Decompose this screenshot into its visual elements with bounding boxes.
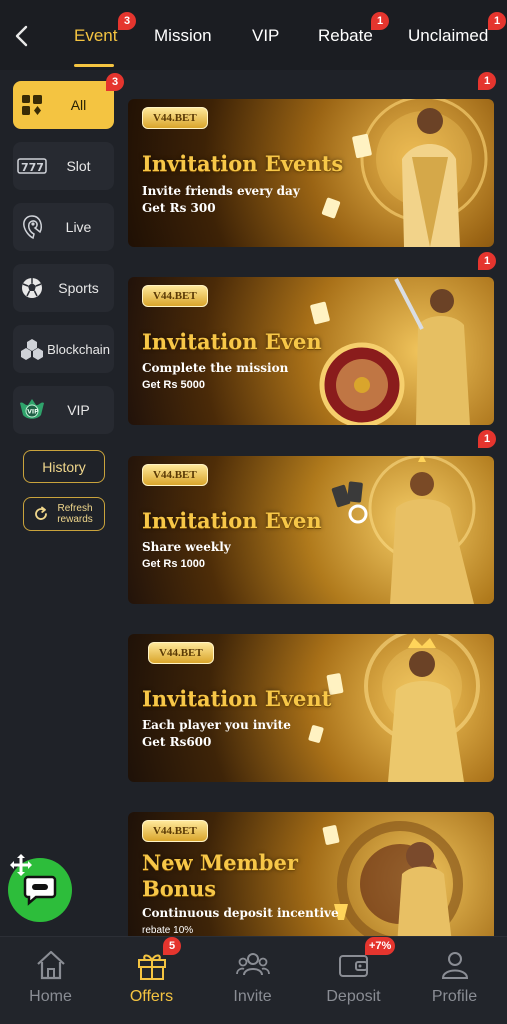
nav-label: Invite: [233, 988, 272, 1005]
banner-title-line2: Bonus: [142, 876, 217, 901]
tab-mission[interactable]: Mission: [154, 26, 212, 46]
back-arrow-icon[interactable]: [10, 22, 34, 50]
invite-people-icon: [235, 947, 271, 983]
banner-badge: 1: [478, 72, 496, 90]
sidebar-item-live[interactable]: Live: [13, 203, 114, 251]
tab-rebate-badge: 1: [371, 12, 389, 30]
sidebar-item-vip[interactable]: VIP VIP: [13, 386, 114, 434]
tab-unclaimed-badge: 1: [488, 12, 506, 30]
tab-vip[interactable]: VIP: [252, 26, 279, 46]
sidebar-item-slot[interactable]: 777 Slot: [13, 142, 114, 190]
sidebar-item-label: VIP: [67, 402, 90, 418]
banner-subtitle: Each player you invite: [142, 718, 291, 732]
promo-banner[interactable]: V44.BET Invitation Even Complete the mis…: [128, 277, 494, 425]
blockchain-icon: [17, 334, 47, 364]
banner-subtitle: Invite friends every day: [142, 184, 300, 198]
nav-deposit-badge: +7%: [365, 937, 396, 955]
promo-banner[interactable]: V44.BET New Member Bonus Continuous depo…: [128, 812, 494, 936]
sidebar-item-label: Slot: [66, 158, 91, 174]
home-icon: [33, 947, 69, 983]
hero-illustration: [310, 278, 470, 425]
nav-profile[interactable]: Profile: [404, 937, 505, 1024]
sidebar-item-label: Sports: [58, 280, 99, 296]
banner-reward: rebate 10%: [142, 925, 194, 936]
nav-label: Home: [29, 988, 72, 1005]
sidebar-item-label: Blockchain: [47, 341, 110, 357]
promo-banner[interactable]: V44.BET Invitation Events Invite friends…: [128, 99, 494, 247]
vip-emblem-icon: VIP: [17, 395, 47, 425]
live-dealer-icon: [17, 212, 47, 242]
bottom-navigation: Home Offers 5 Invite Deposit +7% Profile: [0, 936, 507, 1024]
sidebar-item-label: Live: [65, 219, 92, 235]
nav-invite[interactable]: Invite: [202, 937, 303, 1024]
brand-pill: V44.BET: [142, 820, 208, 842]
banner-reward: Get Rs 1000: [142, 558, 205, 570]
brand-pill: V44.BET: [142, 107, 208, 129]
grid-icon: [17, 90, 47, 120]
refresh-icon: [33, 506, 49, 522]
sidebar-item-blockchain[interactable]: Blockchain: [13, 325, 114, 373]
banner-badge: 1: [478, 430, 496, 448]
category-sidebar: All 3 777 Slot Live Sports Blockchain VI…: [0, 70, 128, 936]
banner-reward: Get Rs 5000: [142, 379, 205, 391]
active-tab-indicator: [74, 64, 114, 67]
tab-event-badge: 3: [118, 12, 136, 30]
promo-banner[interactable]: V44.BET Invitation Event Each player you…: [128, 634, 494, 782]
tab-rebate[interactable]: Rebate: [318, 26, 373, 46]
soccer-ball-icon: [17, 273, 47, 303]
banner-title: Invitation Events: [142, 151, 344, 176]
nav-label: Offers: [129, 988, 174, 1005]
sidebar-item-label: All: [70, 97, 87, 113]
banner-subtitle: Continuous deposit incentive: [142, 906, 339, 920]
nav-home[interactable]: Home: [0, 937, 101, 1024]
sidebar-item-all[interactable]: All: [13, 81, 114, 129]
brand-pill: V44.BET: [142, 285, 208, 307]
promo-banner[interactable]: V44.BET Invitation Even Share weekly Get…: [128, 456, 494, 604]
tab-event[interactable]: Event: [74, 26, 117, 46]
banner-title: New Member: [142, 850, 298, 875]
banner-title: Invitation Even: [142, 508, 322, 533]
svg-text:VIP: VIP: [27, 409, 39, 416]
sidebar-all-badge: 3: [106, 73, 124, 91]
nav-deposit[interactable]: Deposit +7%: [303, 937, 404, 1024]
banner-subtitle: Complete the mission: [142, 361, 289, 375]
brand-pill: V44.BET: [142, 464, 208, 486]
hero-illustration: [308, 634, 480, 782]
move-drag-icon[interactable]: [8, 852, 34, 878]
nav-label: Profile: [431, 988, 478, 1005]
banner-reward: Get Rs600: [142, 735, 212, 749]
svg-text:777: 777: [21, 161, 44, 174]
banner-title: Invitation Even: [142, 329, 322, 354]
banner-subtitle: Share weekly: [142, 540, 231, 554]
top-tab-bar: Event 3 Mission VIP Rebate 1 Unclaimed 1: [0, 0, 507, 70]
nav-label: Deposit: [326, 988, 381, 1005]
hero-illustration: [331, 456, 476, 604]
history-button[interactable]: History: [23, 450, 105, 483]
banner-reward: Get Rs 300: [142, 201, 216, 215]
banner-title: Invitation Event: [142, 686, 332, 711]
tab-unclaimed[interactable]: Unclaimed: [408, 26, 488, 46]
refresh-rewards-button[interactable]: Refresh rewards: [23, 497, 105, 531]
nav-offers-badge: 5: [163, 937, 181, 955]
nav-offers[interactable]: Offers 5: [101, 937, 202, 1024]
brand-pill: V44.BET: [148, 642, 214, 664]
profile-icon: [437, 947, 473, 983]
slot-777-icon: 777: [17, 151, 47, 181]
refresh-rewards-label: Refresh rewards: [57, 503, 93, 525]
banner-badge: 1: [478, 252, 496, 270]
sidebar-item-sports[interactable]: Sports: [13, 264, 114, 312]
chat-bubble-icon: [23, 874, 57, 906]
